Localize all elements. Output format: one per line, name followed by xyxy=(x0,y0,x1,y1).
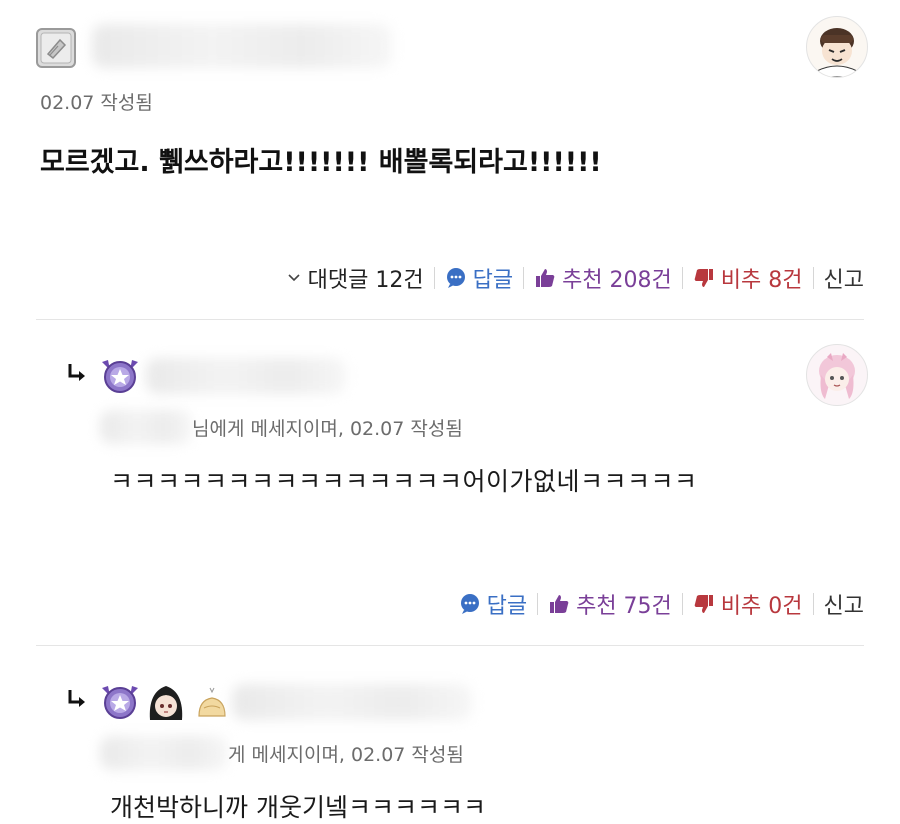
like-count: 추천 75건 xyxy=(576,594,672,619)
reply1-target-blurred xyxy=(100,410,192,444)
thumbs-down-icon xyxy=(694,269,713,287)
thumbs-up-icon xyxy=(550,595,569,613)
like-count: 추천 208건 xyxy=(562,268,672,293)
reply-button[interactable]: 답글 xyxy=(445,262,513,294)
chevron-down-icon xyxy=(288,274,300,282)
reply1-like-button[interactable]: 추천 75건 xyxy=(548,588,672,620)
report-button[interactable]: 신고 xyxy=(824,262,864,294)
reply2-target-blurred xyxy=(100,736,228,770)
dislike-count: 비추 8건 xyxy=(720,268,803,293)
author-avatar[interactable] xyxy=(806,16,868,78)
reply1-avatar[interactable] xyxy=(806,344,868,406)
separator xyxy=(681,593,683,615)
reply1-divider xyxy=(36,645,864,646)
character-face-icon xyxy=(149,686,183,720)
character-avatar-icon xyxy=(816,28,858,77)
speech-bubble-icon xyxy=(460,594,479,614)
bun-icon xyxy=(198,687,226,717)
separator xyxy=(433,267,435,289)
thumbs-up-icon xyxy=(536,269,555,287)
comment-date: 02.07 작성됨 xyxy=(40,92,153,114)
dislike-count: 비추 0건 xyxy=(720,594,803,619)
reply1-nickname-blurred[interactable] xyxy=(146,358,346,394)
reply-arrow-icon xyxy=(68,364,85,381)
separator xyxy=(812,593,814,615)
replies-toggle[interactable]: 대댓글 12건 xyxy=(286,262,424,294)
report-label: 신고 xyxy=(823,594,864,619)
reply1-actions: 답글 추천 75건 비추 0건 신고 xyxy=(459,588,864,620)
reply1-dislike-button[interactable]: 비추 0건 xyxy=(693,588,803,620)
dislike-button[interactable]: 비추 8건 xyxy=(693,262,803,294)
reply1-meta: 님에게 메세지이며, 02.07 작성됨 xyxy=(192,418,463,440)
character-avatar-icon xyxy=(819,353,855,399)
level-badge-icon xyxy=(36,28,76,68)
reply1-reply-button[interactable]: 답글 xyxy=(459,588,527,620)
comment-actions: 대댓글 12건 답글 추천 208건 비추 8건 신고 xyxy=(286,262,864,294)
separator xyxy=(812,267,814,289)
reply1-text: ㅋㅋㅋㅋㅋㅋㅋㅋㅋㅋㅋㅋㅋㅋㅋ어이가없네ㅋㅋㅋㅋㅋ xyxy=(110,467,698,496)
reply1-report-button[interactable]: 신고 xyxy=(824,588,864,620)
separator xyxy=(681,267,683,289)
speech-bubble-icon xyxy=(446,268,465,288)
reply-label: 답글 xyxy=(486,594,528,619)
guild-badge-icon xyxy=(102,360,138,393)
reply-arrow-icon xyxy=(68,690,85,707)
separator xyxy=(523,267,525,289)
comment-divider xyxy=(36,319,864,320)
like-button[interactable]: 추천 208건 xyxy=(534,262,672,294)
replies-count-label: 대댓글 12건 xyxy=(307,268,424,293)
reply2-nickname-blurred[interactable] xyxy=(232,684,472,720)
guild-badge-icon xyxy=(102,686,138,719)
author-nickname-blurred[interactable] xyxy=(92,24,392,68)
separator xyxy=(537,593,539,615)
reply-label: 답글 xyxy=(472,268,514,293)
thumbs-down-icon xyxy=(694,595,713,613)
reply2-text: 개천박하니까 개웃기넼ㅋㅋㅋㅋㅋㅋ xyxy=(110,793,486,822)
comment-text: 모르겠고. 쀍쓰하라고!!!!!!! 배뽈록되라고!!!!!! xyxy=(40,147,602,178)
reply2-meta: 게 메세지이며, 02.07 작성됨 xyxy=(228,744,464,766)
report-label: 신고 xyxy=(823,268,864,293)
